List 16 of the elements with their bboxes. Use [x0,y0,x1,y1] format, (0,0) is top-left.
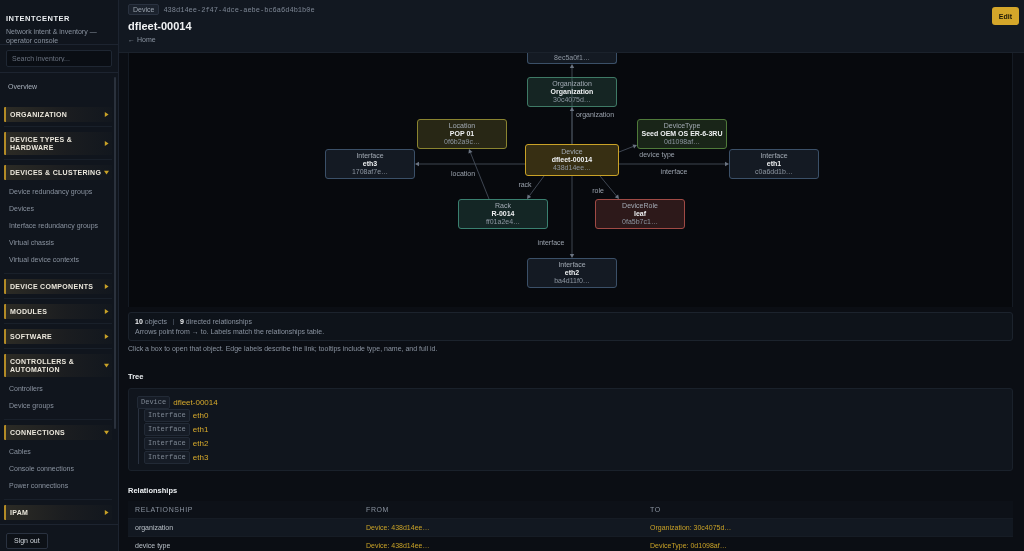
tree-link[interactable]: eth3 [192,452,209,462]
caret-icon [104,170,109,175]
tree-link[interactable]: eth2 [192,438,209,448]
caret-icon [104,284,109,289]
tree-link[interactable]: eth0 [192,411,209,420]
caret-icon [104,510,109,515]
caret-icon [104,430,109,435]
caret-icon [104,112,109,117]
caret-icon [104,309,109,314]
caret-icon [104,141,109,146]
tree-link[interactable]: eth1 [192,424,209,434]
caret-icon [104,363,109,368]
tree-link[interactable]: dfleet-00014 [173,398,218,407]
page-title: dfleet-00014 [128,20,192,33]
caret-icon [104,334,109,339]
edge-arrow [618,144,637,153]
